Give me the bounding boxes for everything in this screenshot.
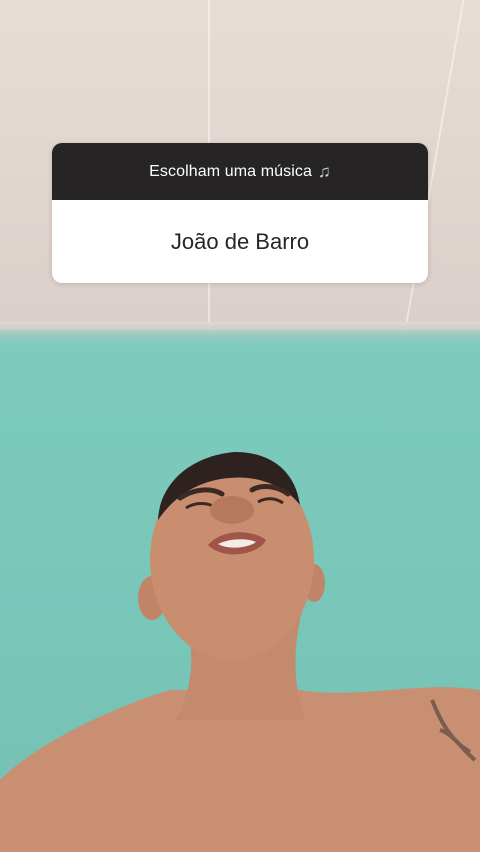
question-header: Escolham uma música ♫ xyxy=(52,143,428,200)
background-person-photo xyxy=(0,452,480,852)
answer-text: João de Barro xyxy=(170,228,310,254)
question-text: Escolham uma música xyxy=(149,162,312,180)
story-viewer: Escolham uma música ♫ João de Barro xyxy=(0,0,480,852)
answer-area: João de Barro xyxy=(52,200,428,283)
question-sticker[interactable]: Escolham uma música ♫ João de Barro xyxy=(52,143,428,283)
person-nose xyxy=(210,496,254,524)
musical-notes-icon: ♫ xyxy=(318,162,331,181)
